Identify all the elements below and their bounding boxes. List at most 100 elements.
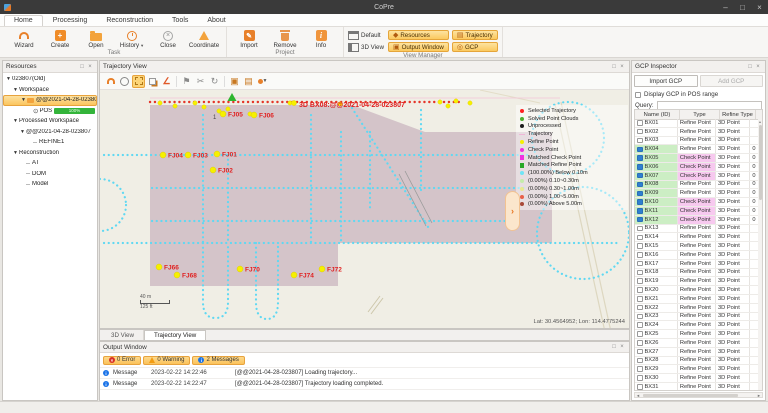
ribbon-button-open[interactable]: Open [78,28,114,49]
row-checkbox[interactable] [637,138,643,144]
tree-item-workspace[interactable]: ▼Workspace [3,85,97,96]
column-header-type[interactable]: Type [680,110,720,119]
column-header-refine-type[interactable]: Refine Type [720,110,756,119]
panel-toggle-output-window[interactable]: ▣Output Window [388,42,449,52]
ribbon-button-info[interactable]: iInfo [303,28,339,49]
add-gcp-button[interactable]: Add GCP [700,75,764,87]
gcp-row-bx20[interactable]: BX20Refine Point3D Point [635,286,758,295]
log-row[interactable]: iMessage2023-02-22 14:22:46[@@2021-04-28… [100,368,629,379]
row-checkbox[interactable] [637,252,643,258]
close-icon[interactable]: × [754,64,762,70]
trajectory-map[interactable]: 3D BX08:@@2021-04-28-0238071FJ05FJ06FJ04… [100,90,629,328]
expander-icon[interactable]: ▼ [19,129,26,135]
gcp-row-bx11[interactable]: BX11Check Point3D Point0 [635,207,758,216]
close-button[interactable]: × [751,0,768,14]
row-checkbox[interactable] [637,147,643,153]
gcp-row-bx18[interactable]: BX18Refine Point3D Point [635,269,758,278]
scroll-right-icon[interactable]: ► [756,393,762,397]
import-gcp-button[interactable]: Import GCP [634,75,698,87]
gcp-row-bx25[interactable]: BX25Refine Point3D Point [635,330,758,339]
scissors-tool-icon[interactable]: ✂ [194,75,207,88]
gcp-point-fj04[interactable] [160,152,166,158]
gcp-point-fj70[interactable] [237,266,243,272]
tree-item-model[interactable]: Model [3,179,97,190]
dot-menu-tool-icon[interactable]: ▼ [256,75,269,88]
row-checkbox[interactable] [637,270,643,276]
filter-0-warning[interactable]: 0 Warning [143,356,190,365]
gcp-row-bx26[interactable]: BX26Refine Point3D Point [635,339,758,348]
row-checkbox[interactable] [637,199,643,205]
gcp-row-bx31[interactable]: BX31Refine Point3D Point [635,383,758,390]
panel-toggle-gcp[interactable]: ◎GCP [452,42,498,52]
tree-item-dom[interactable]: DOM [3,169,97,180]
close-icon[interactable]: × [618,344,626,350]
flag-tool-icon[interactable]: ⚑ [180,75,193,88]
filter-0-error[interactable]: ×0 Error [103,356,141,365]
ribbon-button-create[interactable]: +Create [42,28,78,49]
view-tab-3d-view[interactable]: 3D View [102,330,144,340]
expander-icon[interactable]: ▼ [5,76,12,82]
gcp-point-fj06[interactable] [251,112,257,118]
tree-item-pos[interactable]: ⊙POS100% [3,106,97,117]
gcp-point-fj03[interactable] [185,152,191,158]
magnet-tool-icon[interactable] [104,75,117,88]
pin-icon[interactable]: □ [610,64,618,70]
tree-item-2021-04-28-023807[interactable]: ▼@@2021-04-28-023807 [3,95,97,106]
row-checkbox[interactable] [637,366,643,372]
gcp-point-fj02[interactable] [210,167,216,173]
gcp-row-bx07[interactable]: BX07Check Point3D Point0 [635,172,758,181]
row-checkbox[interactable] [637,358,643,364]
gcp-row-bx27[interactable]: BX27Refine Point3D Point [635,348,758,357]
gcp-row-bx04[interactable]: BX04Refine Point3D Point0 [635,145,758,154]
row-checkbox[interactable] [637,296,643,302]
row-checkbox[interactable] [637,208,643,214]
tree-item-at[interactable]: AT [3,158,97,169]
ribbon-button-remove[interactable]: Remove [267,28,303,49]
gcp-point-fj72[interactable] [319,266,325,272]
layers-tool-icon[interactable] [146,75,159,88]
horizontal-scrollbar[interactable]: ◄ ► [634,392,763,398]
row-checkbox[interactable] [637,173,643,179]
row-checkbox[interactable] [637,349,643,355]
view-toggle-default[interactable]: Default [348,30,384,40]
tab-processing[interactable]: Processing [44,16,97,26]
row-checkbox[interactable] [637,120,643,126]
refresh-tool-icon[interactable]: ↻ [208,75,221,88]
expander-icon[interactable]: ▼ [12,150,19,156]
panel-toggle-trajectory[interactable]: ▤Trajectory [452,30,498,40]
view-tab-trajectory-view[interactable]: Trajectory View [144,330,206,340]
ribbon-button-history[interactable]: History▼ [114,28,150,49]
gcp-row-bx02[interactable]: BX02Refine Point3D Point [635,128,758,137]
row-checkbox[interactable] [637,375,643,381]
export-tool-icon[interactable]: ▣ [228,75,241,88]
gcp-row-bx15[interactable]: BX15Refine Point3D Point [635,242,758,251]
gcp-row-bx12[interactable]: BX12Check Point3D Point0 [635,216,758,225]
ribbon-button-import[interactable]: ✎Import [231,28,267,49]
row-checkbox[interactable] [637,243,643,249]
minimize-button[interactable]: – [717,0,734,14]
scrollbar-thumb[interactable] [643,394,738,397]
gcp-point-fj05[interactable] [220,111,226,117]
log-row[interactable]: iMessage2023-02-22 14:22:47[@@2021-04-28… [100,379,629,390]
pin-icon[interactable]: □ [78,64,86,70]
tab-tools[interactable]: Tools [163,16,197,26]
gcp-row-bx08[interactable]: BX08Refine Point3D Point0 [635,181,758,190]
row-checkbox[interactable] [637,331,643,337]
expander-icon[interactable]: ▼ [12,87,19,93]
tab-about[interactable]: About [198,16,234,26]
scroll-left-icon[interactable]: ◄ [635,393,641,397]
gcp-row-bx03[interactable]: BX03Refine Point3D Point [635,137,758,146]
gcp-row-bx19[interactable]: BX19Refine Point3D Point [635,277,758,286]
row-checkbox[interactable] [637,155,643,161]
gcp-row-bx13[interactable]: BX13Refine Point3D Point [635,225,758,234]
expander-icon[interactable]: ▼ [12,118,19,124]
row-checkbox[interactable] [637,129,643,135]
ribbon-button-wizard[interactable]: Wizard [6,28,42,49]
gcp-row-bx28[interactable]: BX28Refine Point3D Point [635,357,758,366]
gcp-row-bx06[interactable]: BX06Check Point3D Point0 [635,163,758,172]
tree-item-processed-workspace[interactable]: ▼Processed Workspace [3,116,97,127]
gcp-point-fj66[interactable] [156,264,162,270]
gcp-row-bx10[interactable]: BX10Check Point3D Point0 [635,198,758,207]
filter-2-messages[interactable]: i2 Messages [192,356,244,365]
row-checkbox[interactable] [637,322,643,328]
